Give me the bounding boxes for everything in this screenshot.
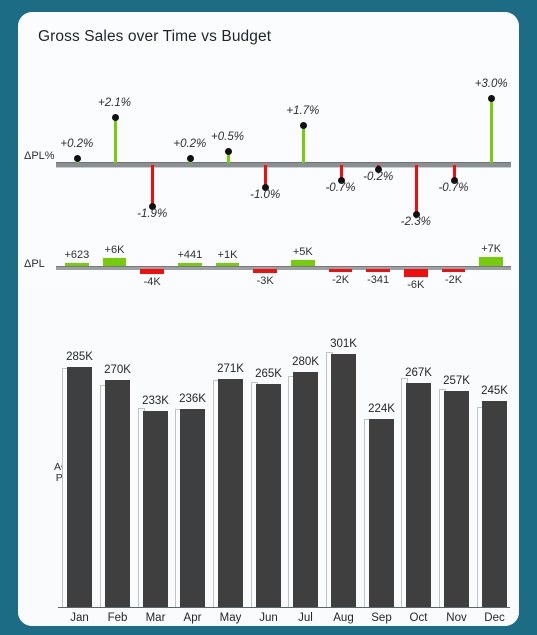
month-axis-label: Feb [107,612,128,624]
month-axis-label: Sep [371,612,392,624]
variance-absolute-bar [441,269,466,272]
month-axis-label: Apr [183,612,202,624]
month-axis-label: Oct [409,612,428,624]
actual-bar [331,354,356,607]
variance-percent-marker [488,94,496,102]
variance-percent-marker [111,113,119,121]
actual-bar [105,380,130,607]
variance-absolute-bar [404,269,428,277]
actual-bar [180,409,205,607]
variance-absolute-label: -3K [256,275,274,287]
actual-bar-value-label: 233K [142,395,169,407]
variance-absolute-bar [366,269,390,272]
actual-bar [256,384,281,607]
variance-absolute-bar [291,260,315,266]
variance-percent-label: -2.3% [400,216,431,229]
variance-absolute-label: +7K [481,243,502,255]
variance-absolute-bar [253,269,277,273]
actual-bar [444,391,469,607]
variance-absolute-label: -2K [331,274,350,286]
variance-percent-stem [151,165,155,206]
variance-percent-label: +0.5% [211,131,244,144]
variance-absolute-label: +623 [64,249,90,261]
variance-percent-marker [224,148,232,156]
month-axis-label: Nov [446,612,467,624]
variance-percent-stem [113,117,117,163]
variance-percent-marker [186,154,194,162]
page-title: Gross Sales over Time vs Budget [38,28,272,45]
chart-card: Gross Sales over Time vs Budget ΔPL% +0.… [18,12,519,626]
actual-bar-value-label: 224K [368,403,395,415]
month-axis-label: Aug [333,612,354,624]
variance-absolute-chart: ΔPL +623 +6K -4K +441 +1K -3K +5K -2K -341 -6K -2K… [18,243,519,291]
actual-bar-value-label: 285K [66,351,93,363]
variance-percent-stem [414,165,418,215]
variance-percent-label: -0.7% [438,182,469,195]
variance-percent-chart: ΔPL% +0.2% +2.1% -1.9% +0.2% +0.5% -1.0% +1.7%… [18,54,519,242]
variance-absolute-row-label: ΔPL [24,258,45,270]
variance-percent-label: -0.7% [325,182,356,195]
actual-bar [218,379,243,607]
variance-absolute-bar [140,269,164,274]
variance-percent-row-label: ΔPL% [24,150,55,162]
variance-percent-axis [56,162,511,168]
variance-absolute-label: -341 [367,274,390,286]
actual-bar [406,383,431,607]
variance-absolute-bar [102,258,127,266]
variance-absolute-bar [65,263,89,266]
month-axis-label: May [219,612,242,624]
variance-absolute-label: -2K [444,274,463,286]
variance-percent-label: -1.9% [137,207,168,220]
variance-absolute-label: +5K [292,246,313,258]
variance-percent-label: +3.0% [474,77,508,90]
actual-bar-value-label: 265K [255,368,282,380]
variance-percent-label: +0.2% [173,137,207,150]
month-axis-label: Jun [259,612,278,624]
variance-percent-label: +1.7% [286,105,320,118]
actual-bar-value-label: 301K [330,338,357,350]
variance-percent-label: +0.2% [60,137,94,150]
variance-absolute-bar [479,257,503,266]
actual-bar [293,372,318,607]
variance-percent-marker [299,122,307,130]
variance-percent-stem [490,98,494,163]
month-axis-label: Jan [70,612,89,624]
variance-percent-marker [73,154,81,162]
variance-absolute-bar [178,263,202,266]
actual-bar-value-label: 257K [443,375,470,387]
variance-absolute-label: +441 [177,249,203,261]
actual-bar [482,401,507,607]
actual-bar [369,419,394,607]
month-axis-label: Jul [298,612,313,624]
actual-bar-value-label: 236K [179,393,206,405]
actual-bar [67,367,92,607]
actual-bar-value-label: 245K [481,385,508,397]
variance-absolute-label: -4K [143,276,161,288]
variance-percent-label: -1.0% [250,188,281,201]
variance-absolute-label: +1K [217,249,238,261]
actual-bar-value-label: 270K [104,364,131,376]
month-axis-label: Mar [145,612,166,624]
variance-percent-label: -0.2% [363,171,394,184]
variance-absolute-label: -6K [407,279,425,291]
category-axis [58,607,510,608]
actual-bar-value-label: 280K [292,356,319,368]
actual-bar-value-label: 267K [405,367,432,379]
variance-percent-label: +2.1% [98,96,131,109]
actual-bar [143,411,168,607]
variance-absolute-bar [328,269,353,272]
variance-percent-stem [301,126,305,163]
variance-absolute-bar [215,263,240,266]
actual-bar-value-label: 271K [217,363,244,375]
actual-vs-plan-bar-chart: AC PL 285K270K233K236K271K265K280K301K22… [18,298,519,626]
variance-absolute-label: +6K [104,244,125,256]
month-axis-label: Dec [484,612,505,624]
